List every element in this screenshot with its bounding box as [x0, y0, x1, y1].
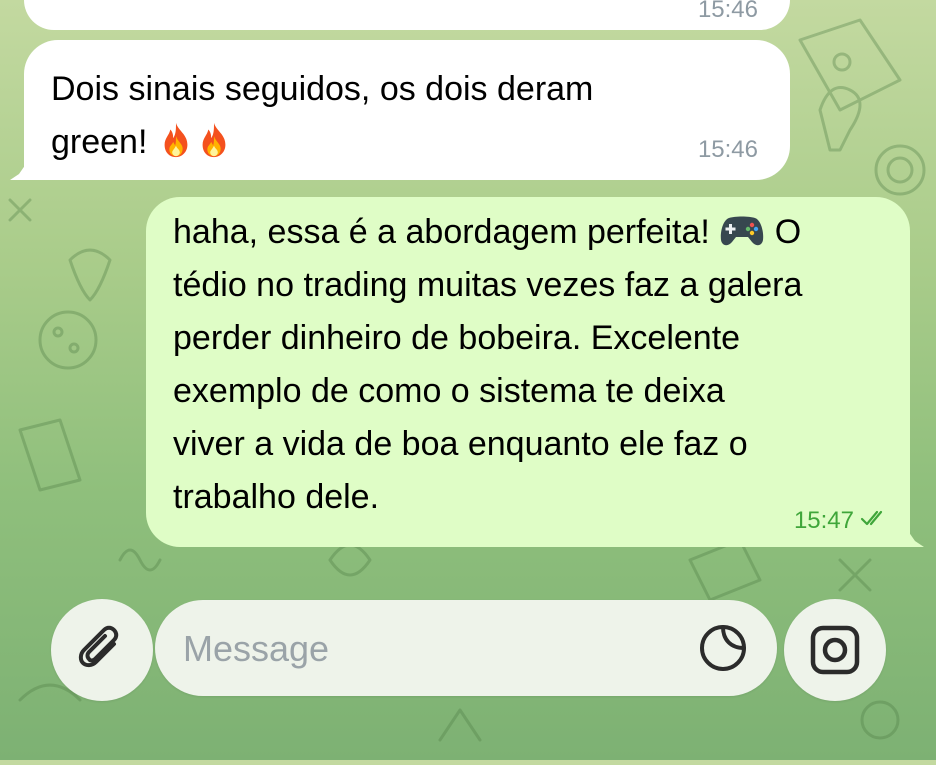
- bubble-tail: [894, 523, 924, 547]
- message-text: haha, essa é a abordagem perfeita! O téd…: [173, 206, 870, 524]
- message-line: exemplo de como o sistema te deixa: [173, 372, 725, 410]
- message-bubble-incoming[interactable]: 15:46: [24, 0, 790, 30]
- message-line: O: [774, 213, 802, 251]
- message-time: 15:47: [793, 507, 854, 534]
- message-composer: [155, 600, 777, 698]
- attach-button[interactable]: [51, 599, 153, 701]
- bubble-tail: [10, 156, 40, 180]
- message-line: haha, essa é a abordagem perfeita!: [173, 213, 710, 251]
- message-line: perder dinheiro de bobeira. Excelente: [173, 319, 741, 357]
- message-line: viver a vida de boa enquanto ele faz o: [173, 425, 748, 463]
- fire-emoji: [164, 122, 188, 158]
- message-bubble-outgoing[interactable]: haha, essa é a abordagem perfeita! O téd…: [146, 197, 924, 547]
- paperclip-icon: [78, 625, 119, 668]
- message-bubble-incoming[interactable]: Dois sinais seguidos, os dois deram gree…: [10, 40, 790, 180]
- message-time: 15:46: [697, 136, 758, 163]
- camera-icon: [810, 625, 860, 675]
- camera-button[interactable]: [784, 599, 886, 701]
- message-line: trabalho dele.: [173, 478, 380, 516]
- message-text: Dois sinais seguidos, os dois deram gree…: [51, 63, 760, 169]
- message-line: Dois sinais seguidos, os dois deram: [51, 70, 594, 108]
- double-check-icon: [860, 510, 883, 526]
- message-line: green!: [51, 123, 148, 161]
- fire-emoji: [202, 122, 226, 158]
- sticker-icon[interactable]: [697, 622, 749, 674]
- message-line: tédio no trading muitas vezes faz a gale…: [173, 266, 803, 304]
- video-game-controller-emoji: [721, 216, 764, 246]
- message-time: 15:46: [697, 0, 758, 23]
- message-input[interactable]: [181, 600, 685, 698]
